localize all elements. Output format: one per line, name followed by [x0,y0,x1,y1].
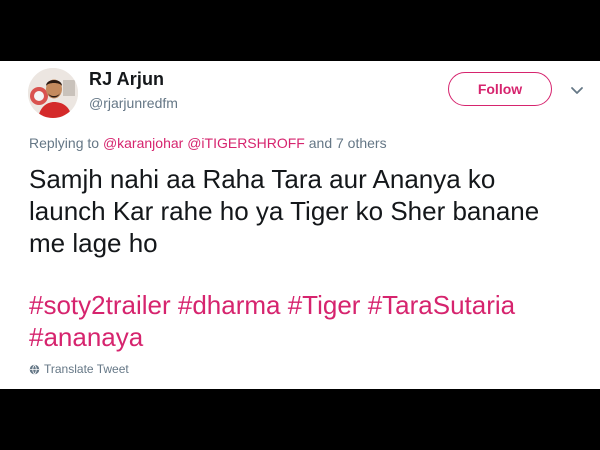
follow-button[interactable]: Follow [448,72,552,106]
chevron-down-icon[interactable] [570,83,584,94]
tweet-card: RJ Arjun @rjarjunredfm Follow Replying t… [0,61,600,389]
hashtag-link[interactable]: #dharma [178,290,281,320]
hashtag-link[interactable]: #soty2trailer [29,290,171,320]
tweet-line: Samjh nahi aa Raha Tara aur Ananya ko [29,164,496,194]
hashtags: #soty2trailer #dharma #Tiger #TaraSutari… [29,289,579,353]
avatar[interactable] [28,68,78,118]
tweet-text: Samjh nahi aa Raha Tara aur Ananya ko la… [29,163,579,259]
translate-label[interactable]: Translate Tweet [44,362,129,376]
tweet-line: me lage ho [29,228,158,258]
mention-link[interactable]: @iTIGERSHROFF [187,135,305,151]
replying-prefix: Replying to [29,135,100,151]
tweet-line: launch Kar rahe ho ya Tiger ko Sher bana… [29,196,540,226]
mention-link[interactable]: @karanjohar [103,135,183,151]
replying-to: Replying to @karanjohar @iTIGERSHROFF an… [29,135,387,151]
display-name[interactable]: RJ Arjun [89,69,164,90]
hashtag-link[interactable]: #ananaya [29,322,143,352]
translate-tweet[interactable]: Translate Tweet [29,362,129,376]
hashtag-link[interactable]: #TaraSutaria [368,290,515,320]
globe-icon [29,364,40,374]
others-link[interactable]: and 7 others [309,135,387,151]
user-handle[interactable]: @rjarjunredfm [89,95,178,111]
hashtag-link[interactable]: #Tiger [288,290,361,320]
